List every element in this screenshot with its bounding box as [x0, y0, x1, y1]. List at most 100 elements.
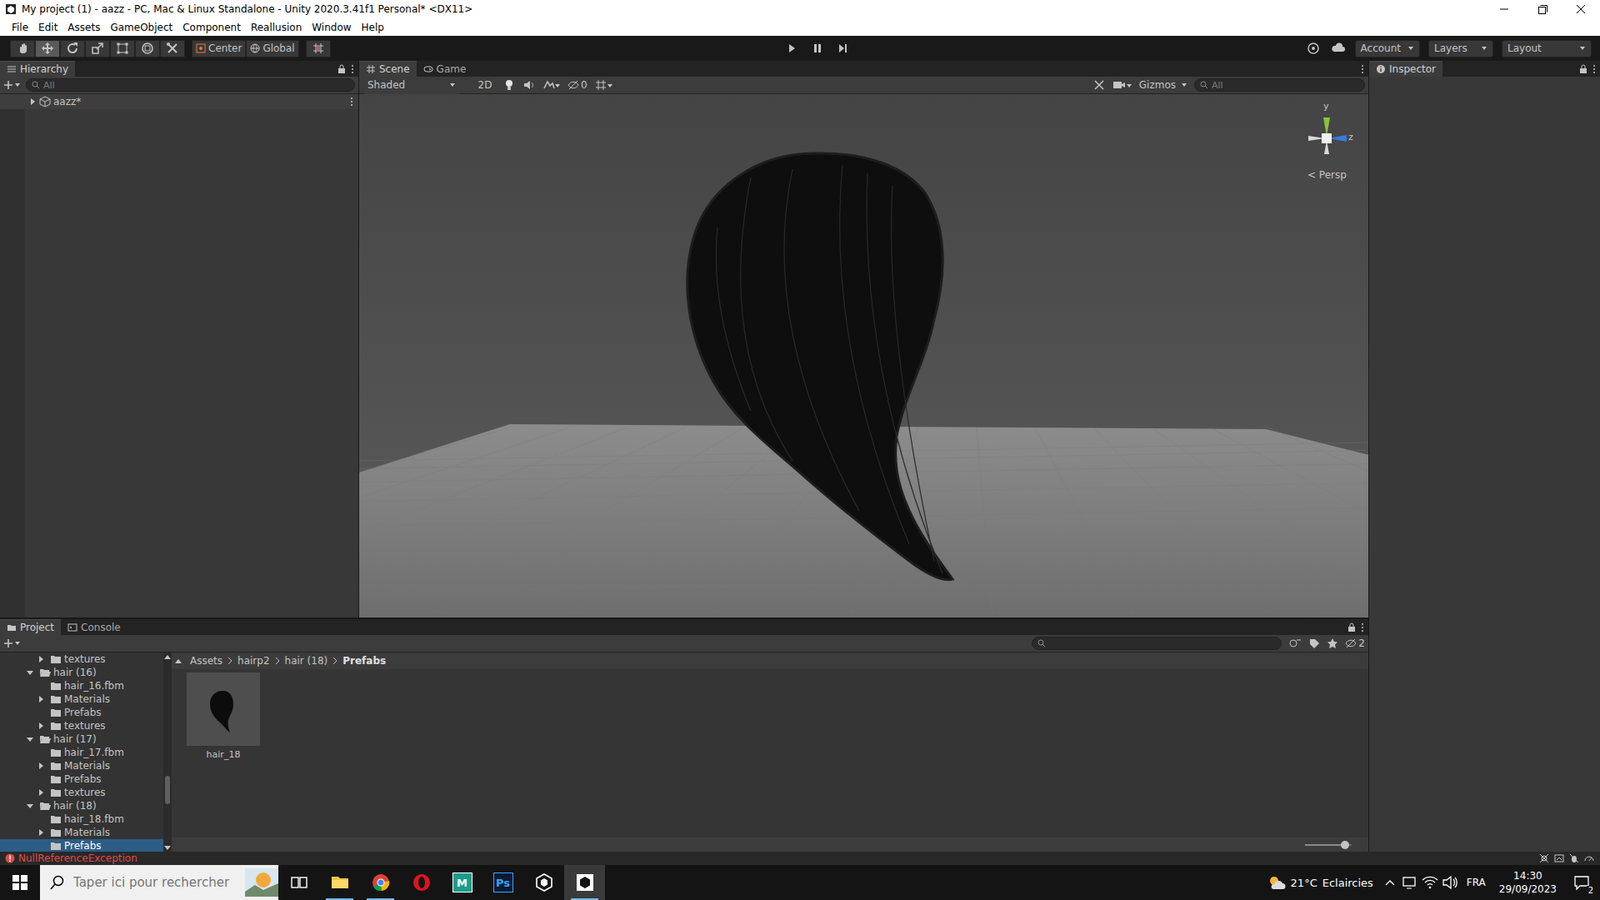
expand-slot[interactable] — [35, 827, 46, 838]
expand-slot[interactable] — [35, 654, 46, 665]
scene-tab[interactable]: Scene — [359, 60, 417, 77]
scene-viewport[interactable]: yz< Persp — [359, 94, 1369, 618]
menu-item[interactable]: File — [6, 21, 34, 34]
breadcrumb-item[interactable]: hairp2 — [237, 655, 270, 667]
notification-center[interactable]: 2 — [1563, 865, 1600, 900]
favorite-icon[interactable] — [1326, 637, 1339, 650]
menu-item[interactable]: Edit — [33, 21, 63, 34]
folder-item[interactable]: hair (16) — [0, 665, 164, 680]
scroll-up-icon[interactable] — [164, 654, 171, 660]
tool-button[interactable] — [60, 40, 85, 58]
scroll-down-icon[interactable] — [164, 845, 171, 851]
expand-slot[interactable] — [35, 787, 46, 798]
menu-item[interactable]: Help — [356, 21, 390, 34]
folder-item[interactable]: Prefabs — [0, 772, 164, 786]
folder-item[interactable]: Materials — [0, 692, 164, 706]
icon-size-thumb[interactable] — [1340, 840, 1350, 850]
lighting-icon[interactable] — [502, 78, 516, 92]
hidden-packages[interactable]: 2 — [1345, 637, 1365, 650]
taskbar-app[interactable] — [319, 865, 360, 900]
effects-icon[interactable] — [542, 78, 561, 92]
item-menu-icon[interactable] — [350, 96, 354, 107]
tool-button[interactable] — [160, 40, 185, 58]
expand-arrow-icon[interactable] — [35, 787, 46, 798]
volume-icon[interactable] — [1440, 865, 1460, 900]
tool-button[interactable] — [85, 40, 110, 58]
create-button[interactable] — [3, 638, 21, 649]
menu-dots-icon[interactable] — [1360, 622, 1365, 633]
menu-dots-icon[interactable] — [1360, 64, 1365, 75]
space-button[interactable]: Global — [245, 40, 299, 58]
menu-item[interactable]: GameObject — [105, 21, 178, 34]
expand-arrow-icon[interactable] — [35, 694, 46, 705]
label-icon[interactable] — [1308, 637, 1320, 650]
taskbar-app[interactable]: Ps — [482, 865, 524, 900]
snap-button[interactable] — [305, 40, 331, 58]
orientation-gizmo[interactable]: yz< Persp — [1290, 100, 1363, 193]
play-button[interactable] — [779, 40, 805, 58]
menu-dots-icon[interactable] — [1591, 64, 1597, 75]
expand-arrow-icon[interactable] — [35, 720, 46, 731]
weather-widget[interactable]: 21°CEclaircies — [1260, 874, 1380, 891]
wifi-icon[interactable] — [1420, 865, 1440, 900]
mode-2d-toggle[interactable]: 2D — [474, 76, 496, 95]
audio-icon[interactable] — [522, 78, 536, 92]
network-icon[interactable] — [1400, 865, 1420, 900]
start-button[interactable] — [0, 865, 40, 900]
expand-arrow-icon[interactable] — [35, 760, 46, 771]
breadcrumb-item[interactable]: hair (18) — [285, 655, 329, 667]
cloud-icon[interactable] — [1330, 40, 1347, 57]
debug-icon[interactable] — [1568, 852, 1580, 865]
folder-item[interactable]: hair_16.fbm — [0, 679, 164, 693]
tray-chevron-icon[interactable] — [1380, 865, 1400, 900]
gizmos-dropdown[interactable]: Gizmos — [1139, 79, 1188, 91]
search-field[interactable]: All — [25, 78, 355, 92]
restore-icon[interactable] — [1523, 0, 1562, 19]
folder-item[interactable]: hair_17.fbm — [0, 745, 164, 760]
project-tab[interactable]: Project — [0, 619, 61, 635]
expand-slot[interactable] — [35, 694, 46, 705]
folder-item[interactable]: Prefabs — [0, 705, 164, 720]
search-field[interactable] — [1031, 636, 1282, 650]
pause-button[interactable] — [805, 40, 830, 58]
taskbar-app[interactable] — [278, 865, 320, 900]
folder-item[interactable]: hair (17) — [0, 732, 164, 746]
expand-arrow-icon[interactable] — [35, 827, 46, 838]
menu-dots-icon[interactable] — [350, 64, 355, 75]
status-message[interactable]: NullReferenceException — [18, 852, 138, 865]
tools-icon[interactable] — [1092, 78, 1106, 92]
folder-item[interactable]: Materials — [0, 825, 164, 840]
folder-item[interactable]: textures — [0, 652, 164, 666]
lock-icon[interactable] — [336, 64, 347, 75]
taskbar-app[interactable] — [564, 865, 605, 900]
menu-item[interactable]: Window — [306, 21, 356, 34]
projection-label[interactable]: < Persp — [1307, 169, 1347, 181]
expand-arrow-icon[interactable] — [25, 667, 35, 678]
hierarchy-tab[interactable]: Hierarchy — [0, 60, 75, 77]
filter-type-icon[interactable] — [1288, 637, 1302, 650]
minimize-icon[interactable] — [1485, 0, 1524, 19]
tool-button[interactable] — [10, 40, 35, 58]
tree-scrollbar[interactable] — [163, 652, 172, 853]
tool-button[interactable] — [35, 40, 60, 58]
folder-item[interactable]: textures — [0, 719, 164, 733]
menu-item[interactable]: Reallusion — [245, 21, 307, 34]
folder-item[interactable]: hair_18.fbm — [0, 812, 164, 826]
expand-arrow-icon[interactable] — [28, 97, 37, 106]
taskbar-search-input[interactable] — [73, 875, 237, 890]
expand-arrow-icon[interactable] — [35, 654, 46, 665]
auto-generate-icon[interactable] — [1538, 852, 1550, 865]
layers-dropdown[interactable]: Layers — [1428, 40, 1494, 58]
lock-icon[interactable] — [1346, 622, 1357, 633]
taskbar-app[interactable] — [360, 865, 401, 900]
breadcrumb-item[interactable]: Assets — [190, 655, 223, 667]
tool-button[interactable] — [135, 40, 160, 58]
asset-tile[interactable]: hair_18 — [185, 672, 261, 760]
expand-slot[interactable] — [25, 667, 35, 678]
folder-item[interactable]: hair (18) — [0, 799, 164, 813]
create-button[interactable] — [3, 80, 21, 90]
taskbar-app[interactable] — [400, 865, 442, 900]
lock-icon[interactable] — [1578, 64, 1589, 75]
progress-icon[interactable] — [1553, 852, 1565, 865]
grid-toggle-icon[interactable] — [594, 78, 615, 92]
